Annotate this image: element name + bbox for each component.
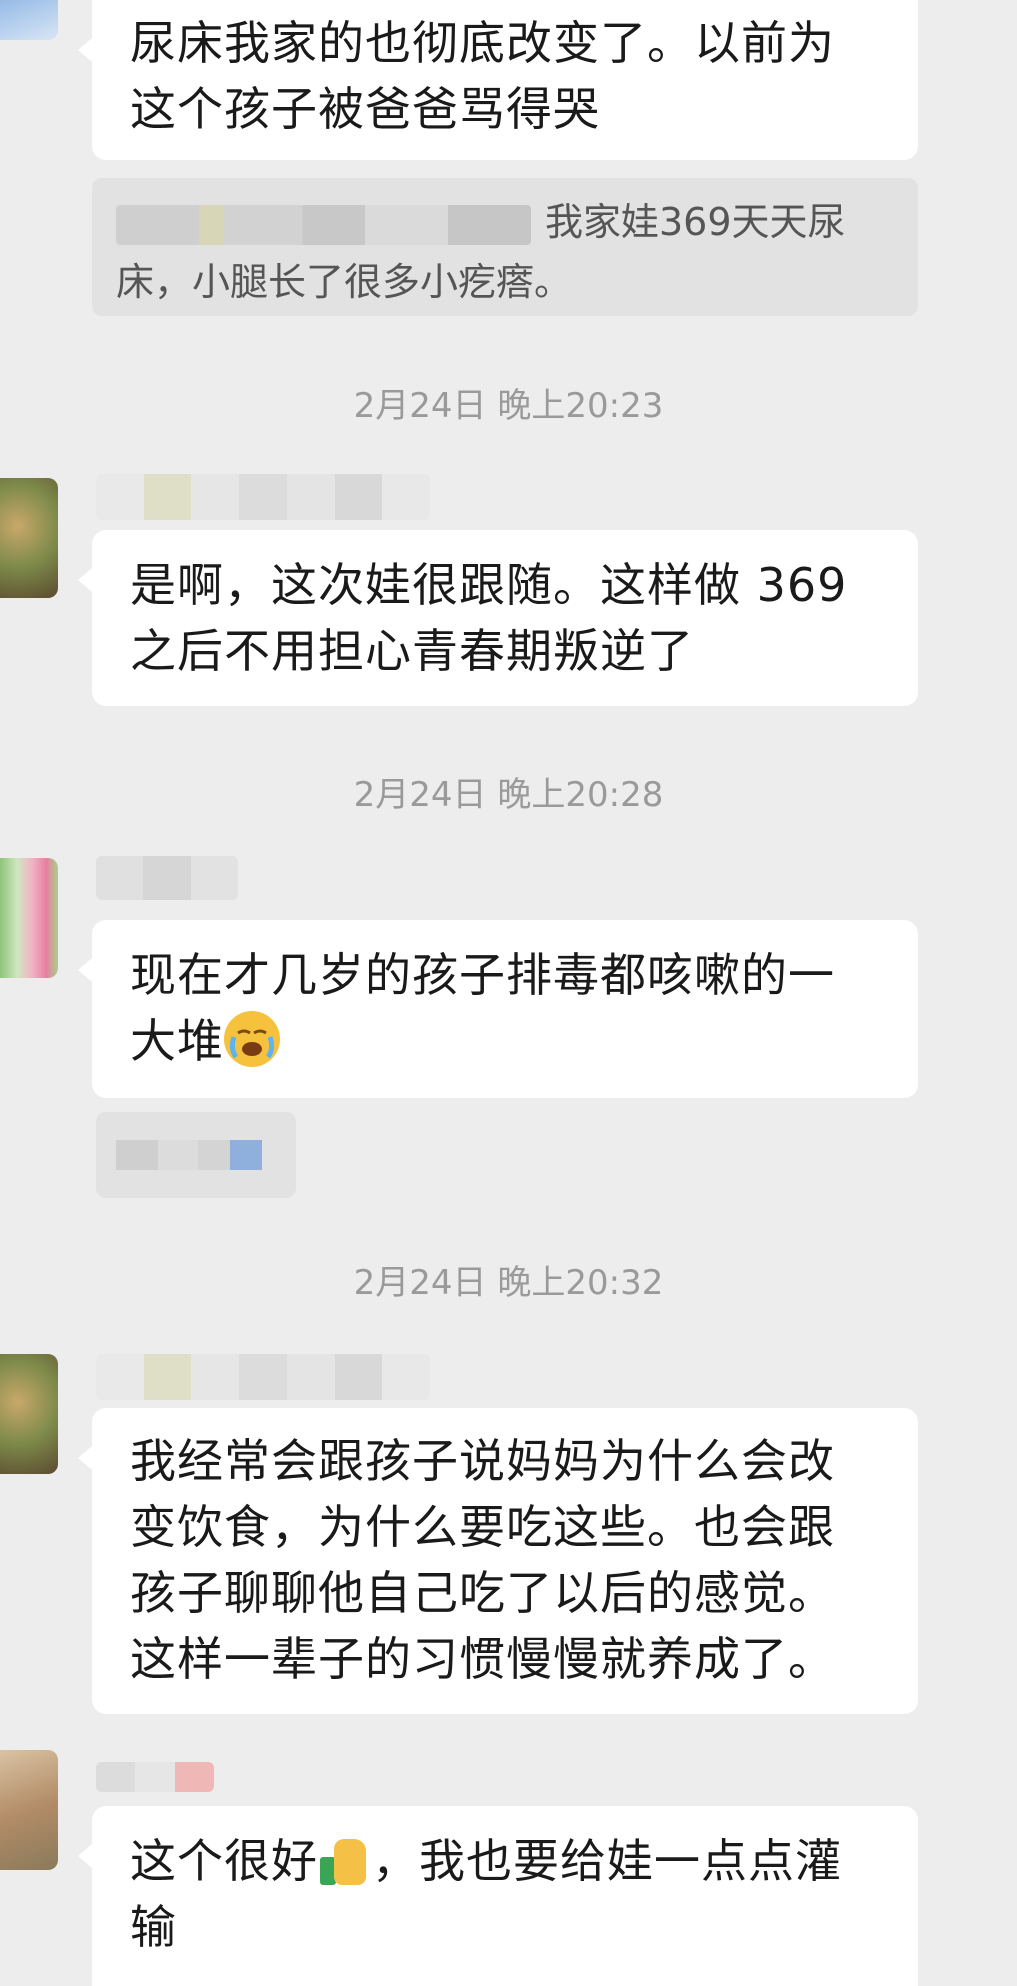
- message-text: ，我也要给娃一点点灌: [372, 1834, 842, 1888]
- message-bubble[interactable]: 尿床我家的也彻底改变了。以前为 这个孩子被爸爸骂得哭: [78, 0, 918, 160]
- quoted-message[interactable]: [96, 1112, 296, 1198]
- quoted-message[interactable]: 我家娃369天天尿 床，小腿长了很多小疙瘩。: [92, 178, 918, 316]
- blurred-sender-name: [96, 1354, 430, 1400]
- message-text: 变饮食，为什么要吃这些。也会跟: [130, 1500, 835, 1554]
- message-text: 这样一辈子的习惯慢慢就养成了。: [130, 1632, 835, 1686]
- blurred-sender-name: [96, 856, 238, 900]
- message-bubble[interactable]: 是啊，这次娃很跟随。这样做 369 之后不用担心青春期叛逆了: [78, 530, 918, 706]
- blurred-sender-name: [96, 1762, 214, 1792]
- message-text: 尿床我家的也彻底改变了。以前为: [130, 16, 835, 70]
- quote-text: 我家娃369天天尿: [545, 200, 846, 244]
- timestamp: 2月24日 晚上20:23: [353, 386, 664, 426]
- avatar-user-1[interactable]: [0, 0, 58, 40]
- message-bubble[interactable]: 我经常会跟孩子说妈妈为什么会改 变饮食，为什么要吃这些。也会跟 孩子聊聊他自己吃…: [78, 1408, 918, 1714]
- message-bubble[interactable]: 这个很好 ，我也要给娃一点点灌 输: [78, 1806, 918, 1986]
- message-text: 大堆: [130, 1014, 224, 1068]
- quote-text: 床，小腿长了很多小疙瘩。: [116, 260, 573, 304]
- crying-face-icon: [224, 1011, 280, 1067]
- thumbs-up-icon: [318, 1833, 372, 1887]
- message-bubble[interactable]: 现在才几岁的孩子排毒都咳嗽的一 大堆: [78, 920, 918, 1098]
- avatar-user-4[interactable]: [0, 1750, 58, 1870]
- blurred-sender-name: [96, 474, 430, 520]
- message-text: 孩子聊聊他自己吃了以后的感觉。: [130, 1566, 835, 1620]
- avatar-user-2[interactable]: [0, 1354, 58, 1474]
- avatar-user-2[interactable]: [0, 478, 58, 598]
- message-text: 这个孩子被爸爸骂得哭: [130, 82, 600, 136]
- message-text: 这个很好: [130, 1834, 318, 1888]
- message-text: 之后不用担心青春期叛逆了: [130, 624, 694, 678]
- message-text: 现在才几岁的孩子排毒都咳嗽的一: [130, 948, 835, 1002]
- message-text: 我经常会跟孩子说妈妈为什么会改: [130, 1434, 835, 1488]
- timestamp: 2月24日 晚上20:28: [353, 775, 664, 815]
- timestamp: 2月24日 晚上20:32: [353, 1263, 664, 1303]
- blurred-sender-name: [116, 204, 531, 245]
- avatar-user-3[interactable]: [0, 858, 58, 978]
- message-text: 输: [130, 1900, 177, 1954]
- message-text: 是啊，这次娃很跟随。这样做 369: [130, 558, 848, 612]
